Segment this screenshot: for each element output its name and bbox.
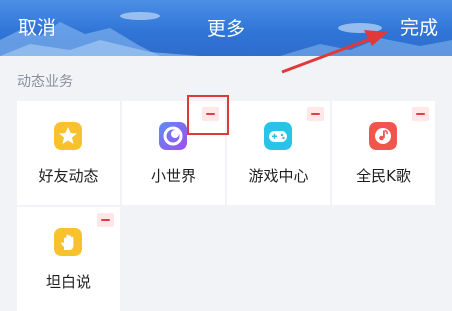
friends-feed-star-icon [54,122,82,150]
grid-item-label: 好友动态 [38,167,99,185]
grid-item-label: 全民K歌 [356,167,411,185]
grid-item-confession[interactable]: 坦白说 [17,207,120,311]
grid-item-friends-feed[interactable]: 好友动态 [17,101,120,205]
grid-item-game-center[interactable]: 游戏中心 [227,101,330,205]
small-world-planet-icon [159,122,187,150]
karaoke-music-icon [369,122,397,150]
grid-item-label: 游戏中心 [248,167,309,185]
grid-item-label: 坦白说 [45,273,91,291]
page-title: 更多 [206,18,245,40]
game-controller-icon [264,122,292,150]
grid-item-karaoke[interactable]: 全民K歌 [332,101,435,205]
remove-karaoke-button[interactable] [412,107,429,121]
top-header: 取消 更多 完成 [0,0,452,56]
done-button[interactable]: 完成 [400,13,438,40]
remove-confession-button[interactable] [97,213,114,227]
section-title: 动态业务 [17,74,73,90]
highlight-annotation-box [187,95,229,135]
remove-game-center-button[interactable] [307,107,324,121]
grid-item-label: 小世界 [150,167,196,185]
hand-icon [54,228,82,256]
